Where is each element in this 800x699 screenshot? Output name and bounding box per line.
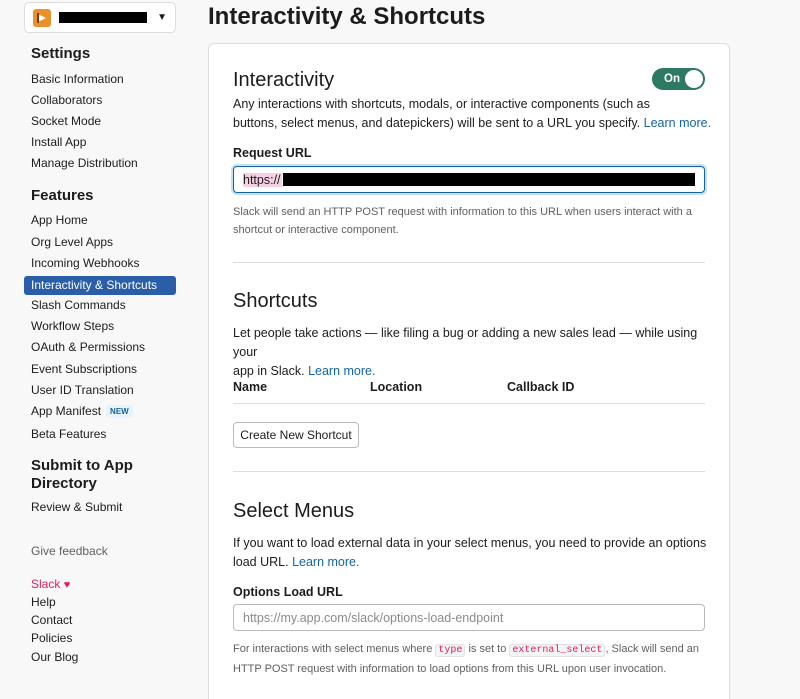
submit-heading-line1: Submit to App xyxy=(31,457,133,474)
shortcuts-desc-line2-wrap: app in Slack. Learn more. xyxy=(233,362,713,381)
sidebar-item-app-manifest[interactable]: App Manifest NEW xyxy=(24,402,176,421)
request-url-help-line1: Slack will send an HTTP POST request wit… xyxy=(233,206,692,218)
interactivity-desc-line2: buttons, select menus, and datepickers) … xyxy=(233,116,641,130)
request-url-label: Request URL xyxy=(233,146,312,160)
interactivity-description: Any interactions with shortcuts, modals,… xyxy=(233,95,713,133)
options-help-part1: For interactions with select menus where xyxy=(233,643,433,655)
sidebar-item-oauth-permissions[interactable]: OAuth & Permissions xyxy=(24,338,176,357)
request-url-redacted xyxy=(282,173,695,186)
contact-link[interactable]: Contact xyxy=(31,613,72,627)
app-logo-icon xyxy=(33,8,51,27)
toggle-knob xyxy=(685,70,703,88)
sidebar-item-interactivity-shortcuts[interactable]: Interactivity & Shortcuts xyxy=(24,276,176,295)
page-title: Interactivity & Shortcuts xyxy=(208,3,486,30)
request-url-help: Slack will send an HTTP POST request wit… xyxy=(233,203,713,239)
sidebar-item-incoming-webhooks[interactable]: Incoming Webhooks xyxy=(24,254,176,273)
create-new-shortcut-button[interactable]: Create New Shortcut xyxy=(233,422,359,448)
sidebar-item-beta-features[interactable]: Beta Features xyxy=(24,425,176,444)
sidebar-item-review-submit[interactable]: Review & Submit xyxy=(24,498,176,517)
policies-link[interactable]: Policies xyxy=(31,631,72,645)
options-help-line2: HTTP POST request with information to lo… xyxy=(233,663,667,675)
column-header-name: Name xyxy=(233,380,268,394)
shortcuts-description: Let people take actions — like filing a … xyxy=(233,324,713,381)
options-load-url-input[interactable]: https://my.app.com/slack/options-load-en… xyxy=(233,604,705,631)
shortcuts-learn-more-link[interactable]: Learn more. xyxy=(308,364,375,378)
interactivity-desc-line2-wrap: buttons, select menus, and datepickers) … xyxy=(233,114,713,133)
help-link[interactable]: Help xyxy=(31,595,56,609)
slack-link[interactable]: Slack ♥ xyxy=(31,577,70,591)
sidebar-item-socket-mode[interactable]: Socket Mode xyxy=(24,112,176,131)
shortcuts-desc-line1: Let people take actions — like filing a … xyxy=(233,326,698,359)
code-type: type xyxy=(435,644,466,657)
settings-card: Interactivity On Any interactions with s… xyxy=(208,43,730,699)
sidebar-item-app-home[interactable]: App Home xyxy=(24,211,176,230)
options-help-part3: , Slack will send an xyxy=(605,643,699,655)
slack-label: Slack xyxy=(31,577,61,591)
toggle-label: On xyxy=(664,73,680,85)
select-menus-desc-line2: load URL. xyxy=(233,555,289,569)
sidebar-item-event-subscriptions[interactable]: Event Subscriptions xyxy=(24,360,176,379)
column-header-callback-id: Callback ID xyxy=(507,380,575,394)
select-menus-description: If you want to load external data in you… xyxy=(233,534,713,572)
interactivity-desc-line1: Any interactions with shortcuts, modals,… xyxy=(233,97,650,111)
sidebar-item-label: App Manifest xyxy=(31,404,102,418)
select-menus-desc-line1: If you want to load external data in you… xyxy=(233,536,707,550)
column-header-location: Location xyxy=(370,380,423,394)
shortcuts-desc-line2: app in Slack. xyxy=(233,364,305,378)
sidebar-item-basic-information[interactable]: Basic Information xyxy=(24,70,176,89)
options-load-url-placeholder: https://my.app.com/slack/options-load-en… xyxy=(243,610,504,625)
sidebar-item-user-id-translation[interactable]: User ID Translation xyxy=(24,381,176,400)
give-feedback-link[interactable]: Give feedback xyxy=(31,544,108,558)
heart-icon: ♥ xyxy=(63,579,71,591)
sidebar-item-slash-commands[interactable]: Slash Commands xyxy=(24,296,176,315)
select-menus-title: Select Menus xyxy=(233,500,355,522)
submit-heading: Submit to App Directory xyxy=(31,457,133,493)
options-load-url-label: Options Load URL xyxy=(233,585,343,599)
sidebar-item-install-app[interactable]: Install App xyxy=(24,133,176,152)
sidebar-item-manage-distribution[interactable]: Manage Distribution xyxy=(24,154,176,173)
interactivity-learn-more-link[interactable]: Learn more. xyxy=(644,116,711,130)
sidebar: ▼ Settings Basic Information Collaborato… xyxy=(0,0,200,699)
select-menus-learn-more-link[interactable]: Learn more. xyxy=(292,555,359,569)
submit-heading-line2: Directory xyxy=(31,475,97,492)
interactivity-title: Interactivity xyxy=(233,69,335,91)
table-divider xyxy=(233,403,705,404)
select-menus-desc-line2-wrap: load URL. Learn more. xyxy=(233,553,713,572)
request-url-help-line2: shortcut or interactive component. xyxy=(233,224,399,236)
features-heading: Features xyxy=(31,187,94,204)
interactivity-toggle[interactable]: On xyxy=(652,68,705,90)
shortcuts-title: Shortcuts xyxy=(233,290,318,312)
sidebar-item-workflow-steps[interactable]: Workflow Steps xyxy=(24,317,176,336)
options-load-url-help: For interactions with select menus where… xyxy=(233,640,723,678)
options-help-part2: is set to xyxy=(468,643,507,655)
sidebar-item-collaborators[interactable]: Collaborators xyxy=(24,91,176,110)
section-divider xyxy=(233,262,705,263)
new-badge: NEW xyxy=(106,405,133,418)
sidebar-item-org-level-apps[interactable]: Org Level Apps xyxy=(24,233,176,252)
app-name-redacted xyxy=(59,12,147,23)
options-help-line1: For interactions with select menus where… xyxy=(233,640,723,660)
request-url-value: https:// xyxy=(243,172,282,187)
our-blog-link[interactable]: Our Blog xyxy=(31,650,78,664)
settings-heading: Settings xyxy=(31,45,91,62)
chevron-down-icon[interactable]: ▼ xyxy=(157,12,167,23)
app-selector[interactable]: ▼ xyxy=(24,2,176,33)
code-external-select: external_select xyxy=(509,644,606,657)
request-url-input[interactable]: https:// xyxy=(233,166,705,193)
section-divider xyxy=(233,471,705,472)
